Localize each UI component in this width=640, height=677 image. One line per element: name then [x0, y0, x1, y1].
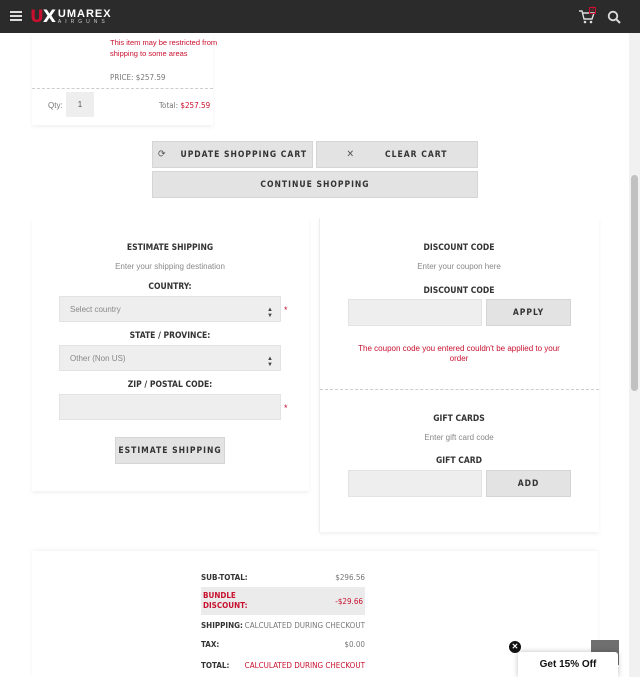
continue-shopping-label: CONTINUE SHOPPING [260, 179, 370, 190]
item-divider [32, 88, 213, 89]
close-icon[interactable]: ✕ [509, 641, 521, 653]
coupon-error-message: The coupon code you entered couldn't be … [358, 344, 560, 363]
bundle-discount-label: BUNDLE DISCOUNT: [203, 591, 248, 610]
bundle-discount-value: -$29.66 [335, 596, 363, 606]
item-total-value: $257.59 [180, 101, 211, 110]
select-arrows-icon: ▲ ▼ [267, 307, 273, 319]
clear-cart-button[interactable]: ✕ CLEAR CART [316, 141, 478, 168]
quantity-input[interactable]: 1 [66, 92, 94, 117]
update-cart-label: UPDATE SHOPPING CART [180, 149, 308, 160]
total-value: CALCULATED DURING CHECKOUT [244, 660, 365, 670]
gift-card-input[interactable] [348, 470, 482, 497]
clear-cart-label: CLEAR CART [385, 149, 448, 160]
state-select[interactable]: Other (Non US) ▲ ▼ [59, 345, 281, 371]
cart-item-card: This item may be restricted from shippin… [32, 33, 217, 125]
discount-code-input[interactable] [348, 299, 482, 326]
add-gift-card-label: ADD [517, 478, 540, 489]
logo-sub: AIRGUNS [57, 19, 109, 25]
site-header: UX UMAREX AIRGUNS 2 [0, 0, 640, 33]
logo-wordmark: UMAREX AIRGUNS [58, 9, 112, 25]
item-total: Total: $257.59 [159, 101, 210, 110]
tax-row: TAX: $0.00 [201, 638, 365, 650]
apply-discount-button[interactable]: APPLY [486, 299, 571, 326]
estimate-shipping-button-label: ESTIMATE SHIPPING [118, 445, 222, 456]
page-scrollbar[interactable] [629, 33, 640, 677]
qty-label: Qty: [48, 101, 63, 110]
estimate-shipping-title: ESTIMATE SHIPPING [126, 243, 214, 253]
gift-card-label: GIFT CARD [436, 456, 482, 466]
subtotal-value: $296.56 [335, 572, 365, 582]
discount-title: DISCOUNT CODE [423, 243, 495, 253]
refresh-icon: ⟳ [157, 149, 167, 160]
panel-divider [320, 389, 599, 390]
subtotal-row: SUB-TOTAL: $296.56 [201, 571, 365, 583]
bundle-discount-row: BUNDLE DISCOUNT: -$29.66 [201, 587, 365, 615]
required-asterisk: * [284, 305, 288, 315]
continue-shopping-button[interactable]: CONTINUE SHOPPING [152, 171, 478, 198]
get-discount-popup[interactable]: Get 15% Off [518, 652, 618, 677]
country-select[interactable]: Select country ▲ ▼ [59, 296, 281, 322]
tax-label: TAX: [201, 639, 220, 649]
search-icon[interactable] [607, 10, 621, 24]
add-gift-card-button[interactable]: ADD [486, 470, 571, 497]
hamburger-menu-icon[interactable] [10, 11, 22, 21]
total-label: TOTAL: [201, 660, 230, 670]
estimate-shipping-button[interactable]: ESTIMATE SHIPPING [115, 437, 225, 464]
shipping-value: CALCULATED DURING CHECKOUT [244, 620, 365, 630]
close-icon: ✕ [346, 149, 356, 160]
zip-input[interactable] [59, 394, 281, 420]
item-total-label: Total: [159, 101, 179, 110]
country-label: COUNTRY: [148, 282, 192, 292]
discount-code-label: DISCOUNT CODE [423, 286, 495, 296]
state-label: STATE / PROVINCE: [129, 331, 211, 341]
logo-mark: UX [30, 7, 56, 27]
select-arrows-icon: ▲ ▼ [267, 356, 273, 368]
zip-label: ZIP / POSTAL CODE: [127, 380, 213, 390]
tax-value: $0.00 [344, 639, 365, 649]
gift-cards-title: GIFT CARDS [433, 414, 485, 424]
required-asterisk: * [284, 403, 288, 413]
cart-count-badge: 2 [589, 7, 596, 14]
apply-discount-label: APPLY [512, 307, 545, 318]
item-price: PRICE: $257.59 [110, 73, 166, 82]
shipping-label: SHIPPING: [201, 620, 243, 630]
gift-cards-subtitle: Enter gift card code [424, 433, 494, 442]
estimate-shipping-subtitle: Enter your shipping destination [115, 262, 225, 271]
scrollbar-thumb[interactable] [631, 175, 638, 391]
discount-subtitle: Enter your coupon here [417, 262, 501, 271]
umarex-logo[interactable]: UX UMAREX AIRGUNS [30, 7, 112, 27]
state-select-value: Other (Non US) [70, 353, 126, 363]
shipping-row: SHIPPING: CALCULATED DURING CHECKOUT [201, 619, 365, 631]
subtotal-label: SUB-TOTAL: [201, 572, 248, 582]
update-cart-button[interactable]: ⟳ UPDATE SHOPPING CART [152, 141, 313, 168]
total-row: TOTAL: CALCULATED DURING CHECKOUT [201, 659, 365, 671]
shipping-restriction-note: This item may be restricted from shippin… [110, 38, 218, 58]
country-select-value: Select country [70, 304, 121, 314]
